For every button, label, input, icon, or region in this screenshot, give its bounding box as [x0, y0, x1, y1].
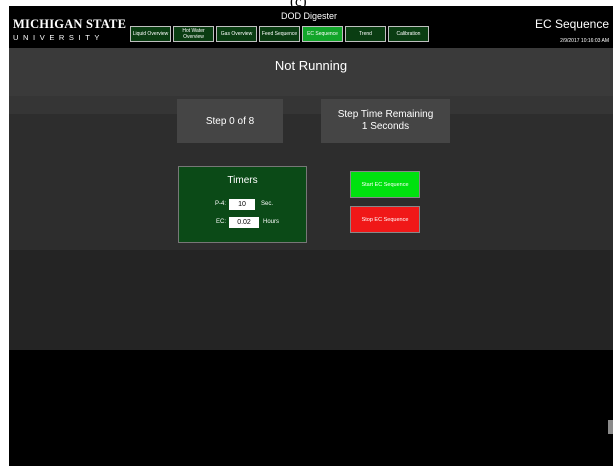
app-title: DOD Digester — [280, 11, 337, 21]
step-time-remaining: Step Time Remaining 1 Seconds — [321, 99, 450, 143]
step-indicator: Step 0 of 8 — [177, 99, 283, 143]
logo-line-1: MICHIGAN STATE — [13, 17, 127, 31]
tab-liquid-overview[interactable]: Liquid Overview — [130, 26, 171, 42]
header-bar: MICHIGAN STATE UNIVERSITY DOD Digester L… — [9, 6, 613, 48]
timers-title: Timers — [227, 175, 258, 186]
background-band — [9, 114, 613, 250]
tab-hot-water-overview[interactable]: Hot Water Overview — [173, 26, 214, 42]
background-band — [9, 250, 613, 350]
tab-calibration[interactable]: Calibration — [388, 26, 429, 42]
run-status: Not Running — [274, 58, 348, 73]
timestamp: 2/9/2017 10:16:03 AM — [560, 38, 609, 44]
timers-panel: Timers P-4: 10 Sec. EC: 0.02 Hours — [178, 166, 307, 243]
background-band — [9, 96, 613, 114]
timer-ec-input[interactable]: 0.02 — [229, 217, 259, 228]
timer-row-p4: P-4: 10 Sec. — [179, 199, 306, 211]
timer-row-ec: EC: 0.02 Hours — [179, 217, 306, 229]
timer-label: P-4: — [214, 201, 226, 207]
hmi-screen: MICHIGAN STATE UNIVERSITY DOD Digester L… — [9, 6, 613, 466]
stop-ec-sequence-button[interactable]: Stop EC Sequence — [350, 206, 420, 233]
logo-line-2: UNIVERSITY — [13, 33, 105, 42]
step-time-value: 1 Seconds — [361, 121, 410, 132]
start-ec-sequence-button[interactable]: Start EC Sequence — [350, 171, 420, 198]
side-scroll-tab[interactable] — [608, 420, 613, 434]
timer-unit: Hours — [263, 219, 280, 225]
tab-ec-sequence[interactable]: EC Sequence — [302, 26, 343, 42]
tab-trend[interactable]: Trend — [345, 26, 386, 42]
timer-p4-input[interactable]: 10 — [229, 199, 255, 210]
tab-gas-overview[interactable]: Gas Overview — [216, 26, 257, 42]
step-text: Step 0 of 8 — [205, 115, 255, 127]
step-time-label: Step Time Remaining — [337, 109, 434, 120]
background-band — [9, 350, 613, 466]
timer-unit: Sec. — [261, 201, 274, 207]
timer-label: EC: — [215, 219, 226, 225]
screen-title: EC Sequence — [534, 17, 609, 31]
tab-feed-sequence[interactable]: Feed Sequence — [259, 26, 300, 42]
nav-tabs: Liquid Overview Hot Water Overview Gas O… — [130, 26, 429, 42]
